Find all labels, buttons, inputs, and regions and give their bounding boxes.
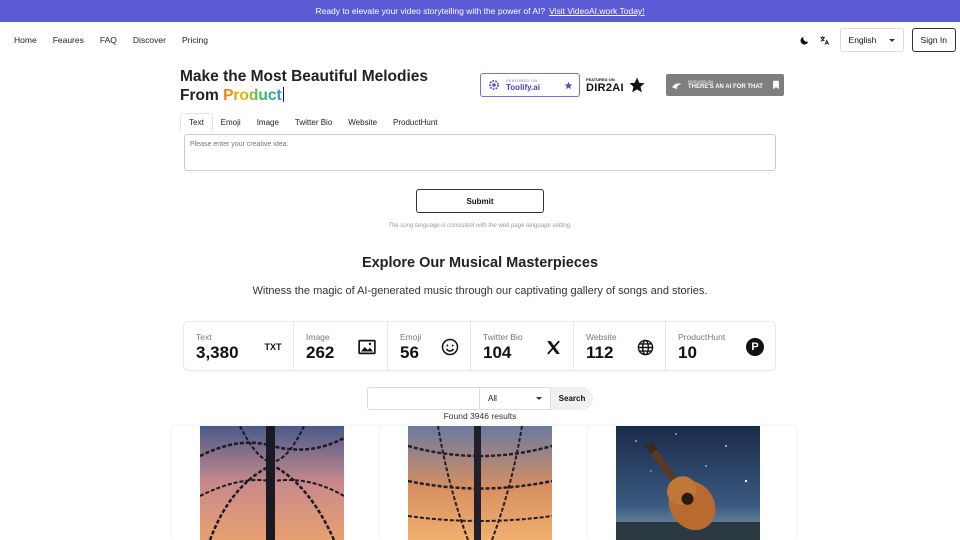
banner-link[interactable]: Visit VideoAI.work Today! [549,6,644,16]
smiley-icon [440,337,460,357]
category-filter[interactable]: All [480,387,551,410]
nav-home[interactable]: Home [14,35,37,45]
translate-icon[interactable] [818,33,832,47]
idea-input[interactable] [184,134,776,171]
stat-label: Twitter Bio [483,332,523,342]
search-bar: All Search [367,387,593,410]
gallery-title: Explore Our Musical Masterpieces [361,255,599,271]
hero-line2-highlight: Product [223,86,282,104]
nav-actions: English Sign In [798,28,956,52]
language-hint: The song language is consistent with the… [388,223,572,229]
song-card[interactable] [172,426,380,540]
stat-value: 104 [483,343,512,362]
stats-bar: Text 3,380 TXT Image 262 Emoji 56 Twitte… [183,321,776,371]
filter-value: All [488,394,497,403]
stat-website[interactable]: Website 112 [574,322,666,370]
robot-hand-icon [672,83,682,90]
nav-pricing[interactable]: Pricing [182,35,208,45]
producthunt-icon: P [745,337,765,357]
chevron-down-icon [888,38,895,42]
tab-text[interactable]: Text [180,113,213,131]
toolify-name: Toolify.ai [506,83,540,92]
sign-in-button[interactable]: Sign In [911,28,956,52]
stat-value: 112 [586,343,614,362]
submit-button[interactable]: Submit [416,189,544,213]
x-logo-icon [543,337,563,357]
globe-icon [635,337,655,357]
promo-banner: Ready to elevate your video storytelling… [0,0,960,22]
gallery-subtitle: Witness the magic of AI-generated music … [252,285,708,297]
aiforthat-badge[interactable]: FEATURED ON THERE'S AN AI FOR THAT [666,74,784,96]
producthunt-glyph: P [746,338,764,356]
search-button[interactable]: Search [551,387,593,410]
tab-twitter-bio[interactable]: Twitter Bio [287,113,340,131]
results-count: Found 3946 results [443,411,517,421]
song-cover-image [616,426,760,540]
song-card[interactable] [588,426,796,540]
featured-badges: FEATURED ON Toolify.ai FEATURED ON DIR2A… [480,73,784,97]
aiforthat-name: THERE'S AN AI FOR THAT [688,84,763,90]
stat-value: 10 [678,343,697,362]
dir2ai-badge[interactable]: FEATURED ON DIR2AI [586,74,660,96]
stat-value: 56 [400,343,419,362]
hero-line2-prefix: From [180,86,224,104]
stat-value: 262 [306,343,335,362]
stat-label: Emoji [400,332,422,342]
txt-icon: TXT [264,342,282,352]
hero-line1: Make the Most Beautiful Melodies [180,68,429,85]
top-nav: Home Feaures FAQ Discover Pricing Englis… [0,22,960,58]
nav-features[interactable]: Feaures [53,35,84,45]
song-cover-image [408,426,552,540]
banner-text: Ready to elevate your video storytelling… [315,6,546,16]
input-type-tabs: Text Emoji Image Twitter Bio Website Pro… [180,113,446,131]
tab-producthunt[interactable]: ProductHunt [385,113,445,131]
stat-text[interactable]: Text 3,380 TXT [184,322,294,370]
chevron-down-icon [536,397,542,400]
tab-image[interactable]: Image [249,113,287,131]
search-input[interactable] [367,387,480,410]
stat-label: Website [586,332,617,342]
stat-label: ProductHunt [678,332,726,342]
toolify-badge[interactable]: FEATURED ON Toolify.ai [480,73,580,97]
stat-emoji[interactable]: Emoji 56 [388,322,471,370]
stat-image[interactable]: Image 262 [294,322,388,370]
nav-discover[interactable]: Discover [133,35,166,45]
song-card[interactable] [380,426,588,540]
nav-faq[interactable]: FAQ [100,35,117,45]
tab-website[interactable]: Website [340,113,385,131]
moon-icon[interactable] [798,33,812,47]
stat-producthunt[interactable]: ProductHunt 10 P [666,322,775,370]
stat-twitter-bio[interactable]: Twitter Bio 104 [471,322,574,370]
star-icon [629,77,645,93]
image-icon [357,337,377,357]
stat-value: 3,380 [196,343,239,362]
stat-label: Text [196,332,212,342]
language-select[interactable]: English [839,28,904,52]
nav-links: Home Feaures FAQ Discover Pricing [14,35,224,45]
hero-title: Make the Most Beautiful Melodies From Pr… [180,68,428,105]
stat-label: Image [306,332,330,342]
toolify-logo-icon [489,80,499,90]
tab-emoji[interactable]: Emoji [213,113,249,131]
language-value: English [848,35,877,45]
hero-heading: Make the Most Beautiful Melodies From Pr… [180,68,428,105]
song-cover-image [200,426,344,540]
star-icon [564,81,573,90]
bookmark-icon [773,80,779,90]
typing-cursor [282,86,285,102]
dir2ai-name: DIR2AI [586,81,624,94]
